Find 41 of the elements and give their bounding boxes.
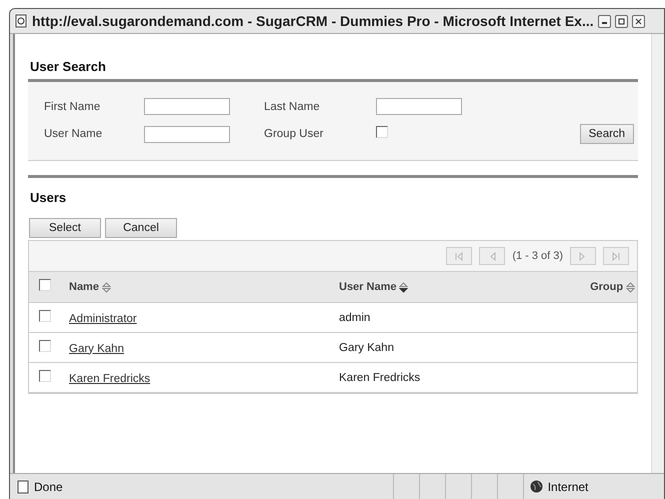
checkbox[interactable] (39, 279, 51, 291)
action-button[interactable]: Cancel (105, 218, 177, 238)
checkbox[interactable] (39, 340, 51, 352)
column-header[interactable]: User Name (339, 281, 396, 293)
page-icon (16, 480, 30, 494)
field-label: Group User (264, 128, 324, 140)
maximize-button[interactable] (614, 14, 628, 28)
text-field[interactable] (376, 98, 462, 115)
close-icon (634, 18, 642, 24)
user-link[interactable]: Karen Fredricks (69, 372, 150, 384)
checkbox[interactable] (376, 126, 388, 138)
minimize-button[interactable] (598, 14, 611, 28)
status-text: Done (34, 480, 63, 494)
sort-icon (102, 282, 111, 292)
action-button[interactable]: Select (29, 218, 101, 238)
text-field[interactable] (144, 98, 230, 115)
section-heading: Users (29, 189, 68, 207)
table-cell-text: Gary Kahn (339, 342, 395, 354)
page-count: (1 - 3 of 3) (512, 250, 564, 262)
field-label: First Name (44, 100, 102, 112)
search-button[interactable]: Search (580, 124, 634, 144)
user-link[interactable]: Gary Kahn (69, 342, 124, 354)
table-cell-text: admin (339, 312, 372, 324)
column-header[interactable]: Name (69, 281, 99, 293)
user-link[interactable]: Administrator (69, 312, 137, 324)
checkbox[interactable] (39, 370, 51, 382)
checkbox[interactable] (39, 310, 51, 322)
page-icon (14, 14, 28, 28)
close-button[interactable] (632, 14, 645, 28)
field-label: Last Name (264, 100, 321, 112)
scrollbar[interactable] (651, 34, 664, 473)
maximize-icon (618, 18, 625, 24)
column-header[interactable]: Group (590, 281, 624, 293)
window-title: http://eval.sugarondemand.com - SugarCRM - Dummies Pro - Microsoft Internet Ex... (32, 13, 594, 29)
text-field[interactable] (144, 126, 230, 142)
sort-icon (399, 282, 408, 292)
sort-icon (626, 282, 636, 292)
field-label: User Name (44, 128, 104, 140)
zone-text: Internet (548, 480, 588, 494)
globe-icon (530, 480, 543, 493)
table-cell-text: Karen Fredricks (339, 372, 422, 384)
